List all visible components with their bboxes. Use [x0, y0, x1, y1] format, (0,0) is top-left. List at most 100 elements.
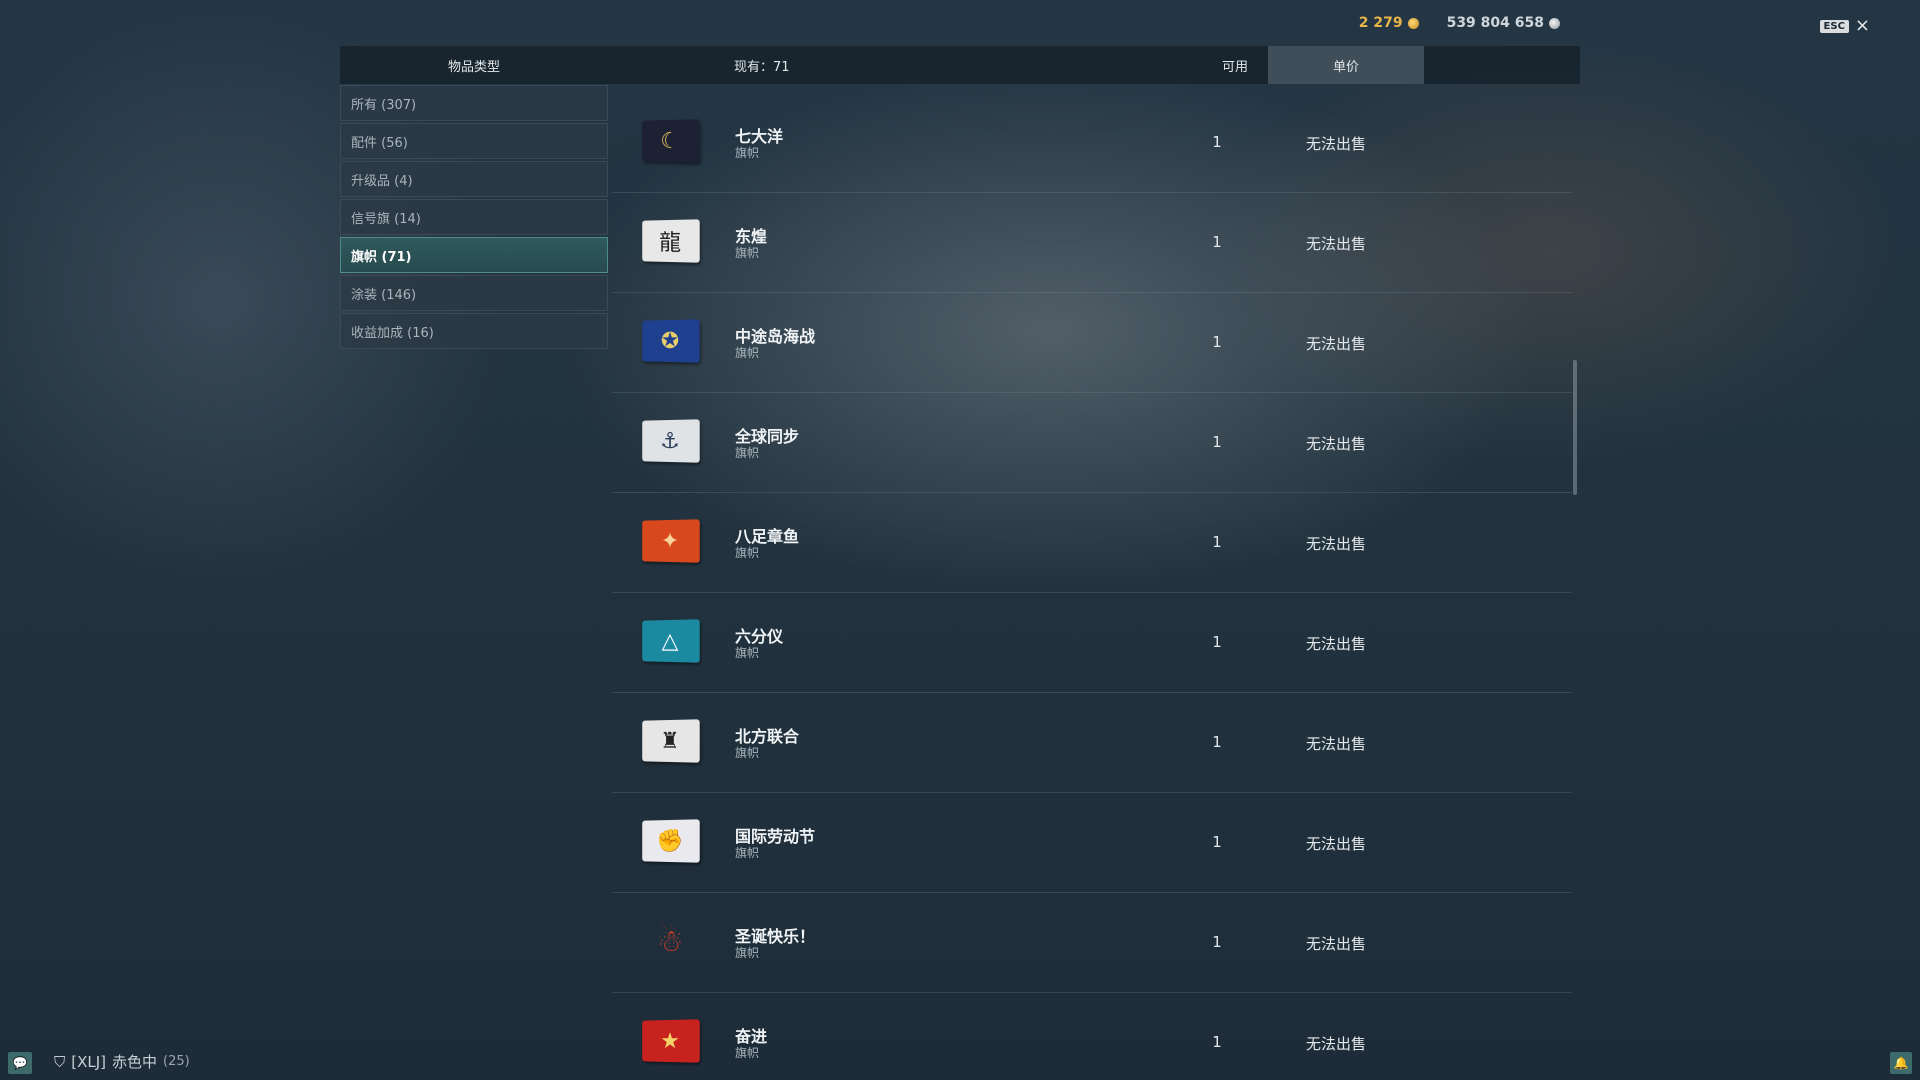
category-item[interactable]: 所有 (307) — [340, 85, 608, 121]
category-label: 涂装 (146) — [351, 287, 417, 303]
item-thumbnail: ✊ — [640, 819, 700, 863]
labor-day-flag-icon: ✊ — [642, 819, 700, 863]
item-type: 旗帜 — [735, 146, 760, 160]
category-label: 配件 (56) — [351, 135, 408, 151]
item-thumbnail: ⚓ — [640, 419, 700, 463]
category-item[interactable]: 涂装 (146) — [340, 275, 608, 311]
item-list: ☾ 七大洋 旗帜 1 无法出售龍东煌 旗帜 1 无法出售 ✪ 中途岛海战 旗帜 1 无法出售 ⚓ 全球同步旗… — [612, 93, 1572, 1080]
price-header-label: 单价 — [1332, 59, 1359, 75]
item-quantity: 1 — [1212, 233, 1222, 251]
item-type: 旗帜 — [735, 446, 760, 460]
chat-icon: 💬 — [12, 1056, 28, 1070]
seven-seas-flag-icon: ☾ — [642, 119, 700, 163]
item-quantity: 1 — [1212, 433, 1222, 451]
dragon-flag-icon: 龍 — [642, 219, 700, 263]
owned-count-header: 现有：71 — [734, 59, 790, 75]
category-item[interactable]: 升级品 (4) — [340, 161, 608, 197]
item-quantity: 1 — [1212, 733, 1222, 751]
item-quantity: 1 — [1212, 933, 1222, 951]
gold-balance: 2 279 — [1359, 15, 1419, 31]
clan-tag: [XLJ] — [71, 1052, 107, 1071]
currency-bar: 2 279 539 804 658 — [1359, 15, 1560, 31]
item-quantity: 1 — [1212, 833, 1222, 851]
item-price: 无法出售 — [1306, 335, 1367, 353]
northern-union-flag-icon: ♜ — [642, 719, 700, 763]
item-thumbnail: △ — [640, 619, 700, 663]
credits-amount: 539 804 658 — [1446, 15, 1544, 31]
category-sidebar: 所有 (307) 配件 (56) 升级品 (4) 信号旗 (14) 旗帜 (71) 涂装 … — [340, 85, 608, 351]
category-item[interactable]: 旗帜 (71) — [340, 237, 608, 273]
credits-balance: 539 804 658 — [1447, 15, 1560, 31]
notifications-button[interactable]: 🔔 — [1890, 1052, 1912, 1074]
sort-price-header[interactable]: 单价 — [1268, 46, 1424, 84]
item-type: 旗帜 — [735, 246, 760, 260]
octopus-flag-icon: ✦ — [642, 519, 700, 563]
item-quantity: 1 — [1212, 133, 1222, 151]
category-item[interactable]: 配件 (56) — [340, 123, 608, 159]
item-type: 旗帜 — [735, 846, 760, 860]
item-type: 旗帜 — [735, 746, 760, 760]
clan-shield-icon: ⛉ — [54, 1052, 66, 1071]
item-type: 旗帜 — [735, 646, 760, 660]
player-level: (25) — [163, 1054, 190, 1069]
item-quantity: 1 — [1212, 1033, 1222, 1051]
item-type: 旗帜 — [735, 946, 760, 960]
category-item[interactable]: 信号旗 (14) — [340, 199, 608, 235]
sort-available-header[interactable]: 可用 — [1200, 56, 1270, 75]
item-price: 无法出售 — [1306, 435, 1367, 453]
item-thumbnail: ★ — [640, 1019, 700, 1063]
endeavor-flag-icon: ★ — [642, 1019, 700, 1063]
category-label: 信号旗 (14) — [351, 211, 421, 227]
item-row[interactable]: ★ 奋进 旗帜 1 无法出售 — [612, 993, 1572, 1080]
category-label: 升级品 (4) — [351, 173, 413, 189]
item-thumbnail: 龍 — [640, 219, 700, 263]
gold-coin-icon — [1407, 17, 1419, 29]
category-item[interactable]: 收益加成 (16) — [340, 313, 608, 349]
item-row[interactable]: ♜ 北方联合 旗帜 1 无法出售 — [612, 693, 1572, 793]
category-label: 所有 (307) — [351, 97, 417, 113]
item-row[interactable]: ✪ 中途岛海战 旗帜 1 无法出售 — [612, 293, 1572, 393]
bell-icon: 🔔 — [1893, 1056, 1909, 1070]
item-thumbnail: ✦ — [640, 519, 700, 563]
category-label: 收益加成 (16) — [351, 325, 434, 341]
item-price: 无法出售 — [1306, 1035, 1367, 1053]
close-icon[interactable]: × — [1855, 17, 1870, 35]
esc-key-icon[interactable]: ESC — [1819, 19, 1849, 33]
inventory-header: 物品类型 现有：71 可用 单价 — [340, 46, 1580, 84]
item-thumbnail: ♜ — [640, 719, 700, 763]
item-price: 无法出售 — [1306, 135, 1367, 153]
item-row[interactable]: 龍东煌 旗帜 1 无法出售 — [612, 193, 1572, 293]
item-quantity: 1 — [1212, 533, 1222, 551]
item-row[interactable]: △ 六分仪 旗帜 1 无法出售 — [612, 593, 1572, 693]
item-row[interactable]: ✊ 国际劳动节 旗帜 1 无法出售 — [612, 793, 1572, 893]
item-row[interactable]: ☾ 七大洋 旗帜 1 无法出售 — [612, 93, 1572, 193]
item-thumbnail: ☃ — [640, 919, 700, 963]
credits-coin-icon — [1549, 17, 1560, 29]
item-quantity: 1 — [1212, 633, 1222, 651]
item-price: 无法出售 — [1306, 235, 1367, 253]
item-price: 无法出售 — [1306, 635, 1367, 653]
item-thumbnail: ☾ — [640, 119, 700, 163]
player-name: 赤色中 — [112, 1053, 158, 1071]
midway-flag-icon: ✪ — [642, 319, 700, 363]
item-price: 无法出售 — [1306, 735, 1367, 753]
sextant-flag-icon: △ — [642, 619, 700, 663]
gold-amount: 2 279 — [1358, 15, 1403, 31]
global-sync-flag-icon: ⚓ — [642, 419, 700, 463]
item-price: 无法出售 — [1306, 935, 1367, 953]
item-quantity: 1 — [1212, 333, 1222, 351]
item-type-header: 物品类型 — [447, 59, 500, 75]
chat-button[interactable]: 💬 — [8, 1052, 32, 1074]
close-control[interactable]: ESC × — [1819, 17, 1870, 35]
item-row[interactable]: ✦ 八足章鱼 旗帜 1 无法出售 — [612, 493, 1572, 593]
item-row[interactable]: ☃ 圣诞快乐！ 旗帜 1 无法出售 — [612, 893, 1572, 993]
category-label: 旗帜 (71) — [351, 249, 412, 265]
santa-flag-icon: ☃ — [656, 923, 684, 959]
list-scrollbar[interactable] — [1573, 360, 1577, 495]
item-row[interactable]: ⚓ 全球同步 旗帜 1 无法出售 — [612, 393, 1572, 493]
item-type: 旗帜 — [735, 546, 760, 560]
item-price: 无法出售 — [1306, 835, 1367, 853]
item-thumbnail: ✪ — [640, 319, 700, 363]
player-info: ⛉ [XLJ] 赤色中 (25) — [54, 1051, 190, 1072]
item-type: 旗帜 — [735, 1046, 760, 1060]
